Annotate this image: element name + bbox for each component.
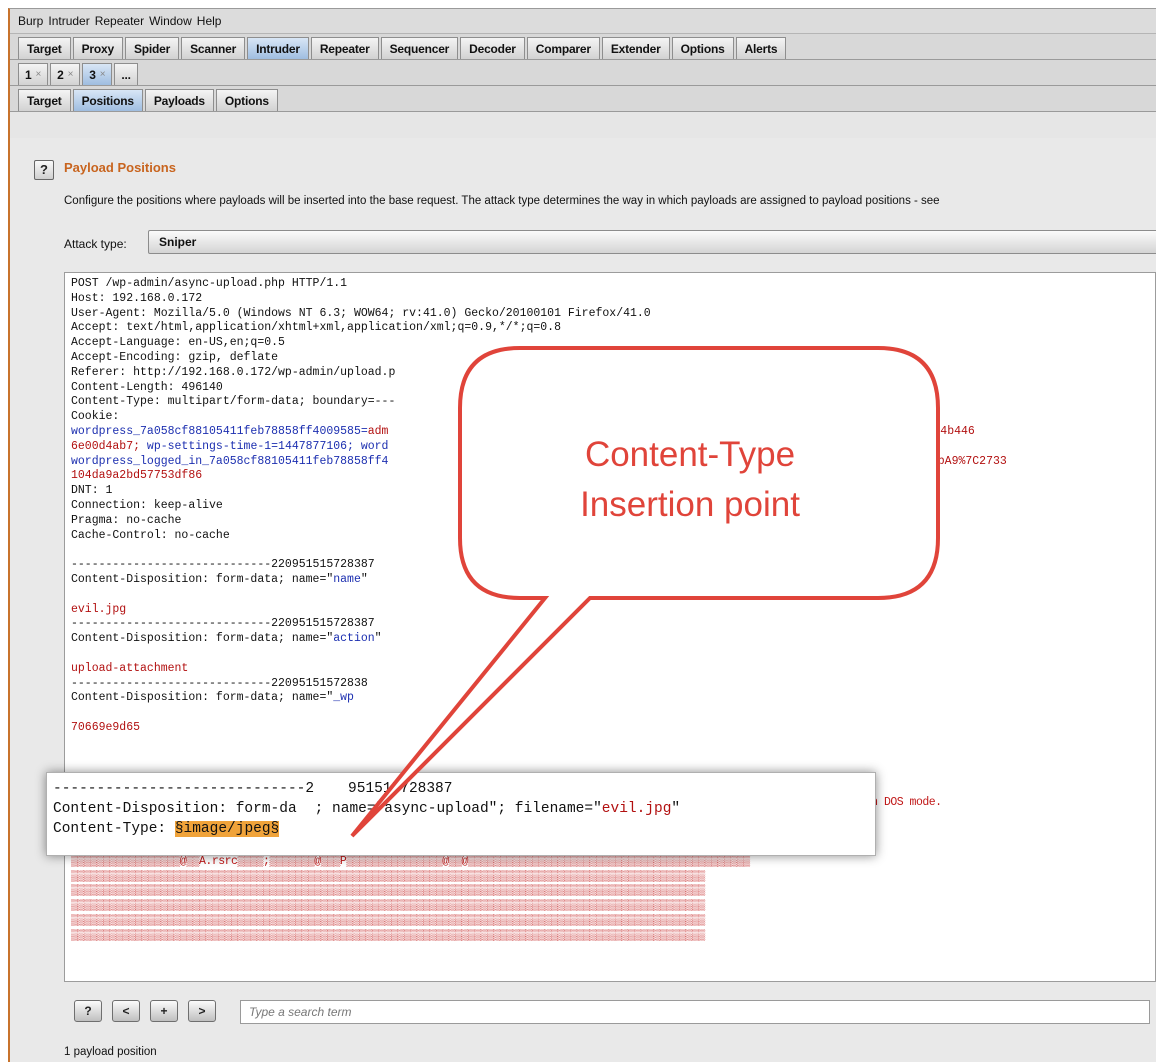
main-tab-bar: Target Proxy Spider Scanner Intruder Rep…	[10, 34, 1156, 60]
help-button[interactable]: ?	[34, 160, 54, 180]
binary-line: ▒▒▒▒▒▒▒▒▒▒▒▒▒▒▒▒▒▒▒▒▒▒▒▒▒▒▒▒▒▒▒▒▒▒▒▒▒▒▒▒…	[71, 899, 705, 913]
request-header: Cookie:	[71, 410, 120, 424]
tab-repeater[interactable]: Repeater	[310, 37, 379, 59]
request-header: Accept-Language: en-US,en;q=0.5	[71, 336, 285, 350]
menu-repeater[interactable]: Repeater	[95, 14, 144, 28]
disposition-line: Content-Disposition: form-data; name="_w…	[71, 691, 354, 705]
request-line: POST /wp-admin/async-upload.php HTTP/1.1	[71, 277, 348, 290]
content-type-line: Content-Type: §image/jpeg§	[53, 821, 280, 837]
binary-line: ▒▒▒▒▒▒▒▒▒▒▒▒▒▒▒▒▒▒▒▒▒▒▒▒▒▒▒▒▒▒▒▒▒▒▒▒▒▒▒▒…	[71, 869, 705, 883]
attack-tab-1[interactable]: 1 ×	[18, 63, 49, 85]
close-icon[interactable]: ×	[100, 69, 106, 80]
request-header: Content-Type: multipart/form-data; bound…	[71, 395, 396, 409]
menu-window[interactable]: Window	[149, 14, 192, 28]
payload-marker[interactable]: §image/jpeg§	[174, 821, 280, 837]
attack-tab-bar: 1 × 2 × 3 × ...	[10, 60, 1156, 86]
attack-type-select[interactable]: Sniper	[148, 230, 1156, 254]
tab-sequencer[interactable]: Sequencer	[380, 37, 459, 59]
search-input[interactable]: Type a search term	[240, 1000, 1150, 1024]
request-header: Referer: http://192.168.0.172/wp-admin/u…	[71, 365, 396, 379]
subtab-positions[interactable]: Positions	[72, 89, 143, 111]
binary-line: ▒▒▒▒▒▒▒▒▒▒▒▒▒▒▒▒▒▒▒▒▒▒▒▒▒▒▒▒▒▒▒▒▒▒▒▒▒▒▒▒…	[71, 914, 705, 928]
menu-help[interactable]: Help	[197, 14, 222, 28]
sub-tab-bar: Target Positions Payloads Options	[10, 86, 1156, 112]
tab-target[interactable]: Target	[18, 37, 71, 59]
body-value: upload-attachment	[71, 661, 189, 675]
request-header: Cache-Control: no-cache	[71, 528, 230, 542]
tab-extender[interactable]: Extender	[601, 37, 670, 59]
search-next-button[interactable]: >	[188, 1000, 216, 1022]
payload-count: 1 payload position	[64, 1046, 157, 1058]
menu-intruder[interactable]: Intruder	[48, 14, 89, 28]
binary-line: ▒▒▒▒▒▒▒▒▒▒▒▒▒▒▒▒▒@▒▒À.rsrc▒▒▒▒;▒▒▒▒▒▒▒@▒…	[71, 854, 750, 868]
tab-comparer[interactable]: Comparer	[526, 37, 600, 59]
tab-proxy[interactable]: Proxy	[72, 37, 123, 59]
menu-burp[interactable]: Burp	[18, 14, 43, 28]
section-title: Payload Positions	[64, 160, 176, 175]
tab-decoder[interactable]: Decoder	[460, 37, 525, 59]
request-editor[interactable]: POST /wp-admin/async-upload.php HTTP/1.1…	[64, 272, 1156, 982]
search-prev-button[interactable]: <	[112, 1000, 140, 1022]
attack-tab-3[interactable]: 3 ×	[82, 63, 113, 85]
close-icon[interactable]: ×	[68, 69, 74, 80]
subtab-options[interactable]: Options	[215, 89, 278, 111]
request-header: Host: 192.168.0.172	[71, 291, 203, 305]
tab-spider[interactable]: Spider	[124, 37, 180, 59]
body-value: evil.jpg	[71, 602, 127, 616]
menu-bar: Burp Intruder Repeater Window Help	[10, 9, 1156, 34]
search-add-button[interactable]: +	[150, 1000, 178, 1022]
tab-intruder[interactable]: Intruder	[247, 37, 309, 59]
boundary-line: -----------------------------22095151572…	[71, 617, 375, 631]
search-help-button[interactable]: ?	[74, 1000, 102, 1022]
disposition-line: Content-Disposition: form-data; name="ac…	[71, 632, 382, 646]
tab-options[interactable]: Options	[671, 37, 734, 59]
attack-type-label: Attack type:	[64, 237, 127, 251]
close-icon[interactable]: ×	[35, 69, 41, 80]
callout-text: Content-Type Insertion point	[580, 435, 800, 524]
section-description: Configure the positions where payloads w…	[64, 195, 940, 207]
zoomed-highlight: -----------------------------2 9515157283…	[46, 772, 876, 856]
attack-tab-2[interactable]: 2 ×	[50, 63, 81, 85]
subtab-target[interactable]: Target	[18, 89, 71, 111]
binary-line: ▒▒▒▒▒▒▒▒▒▒▒▒▒▒▒▒▒▒▒▒▒▒▒▒▒▒▒▒▒▒▒▒▒▒▒▒▒▒▒▒…	[71, 884, 705, 898]
disposition-line: Content-Disposition: form-data; name="na…	[71, 572, 368, 586]
body-value: 70669e9d65	[71, 720, 141, 734]
request-header: Accept-Encoding: gzip, deflate	[71, 350, 279, 364]
tab-alerts[interactable]: Alerts	[735, 37, 787, 59]
subtab-payloads[interactable]: Payloads	[144, 89, 214, 111]
request-header: User-Agent: Mozilla/5.0 (Windows NT 6.3;…	[71, 306, 651, 320]
request-header: Accept: text/html,application/xhtml+xml,…	[71, 321, 561, 335]
disposition-line: Content-Disposition: form-da; name="asyn…	[53, 801, 681, 817]
request-header: Content-Length: 496140	[71, 380, 223, 394]
boundary-line: -----------------------------22095151572…	[71, 558, 375, 572]
binary-line: ▒▒▒▒▒▒▒▒▒▒▒▒▒▒▒▒▒▒▒▒▒▒▒▒▒▒▒▒▒▒▒▒▒▒▒▒▒▒▒▒…	[71, 928, 705, 942]
attack-tab-new[interactable]: ...	[114, 63, 138, 85]
tab-scanner[interactable]: Scanner	[181, 37, 246, 59]
boundary-line: -----------------------------22095151572…	[71, 676, 368, 690]
boundary-line: -----------------------------2 9515157283…	[53, 781, 453, 797]
